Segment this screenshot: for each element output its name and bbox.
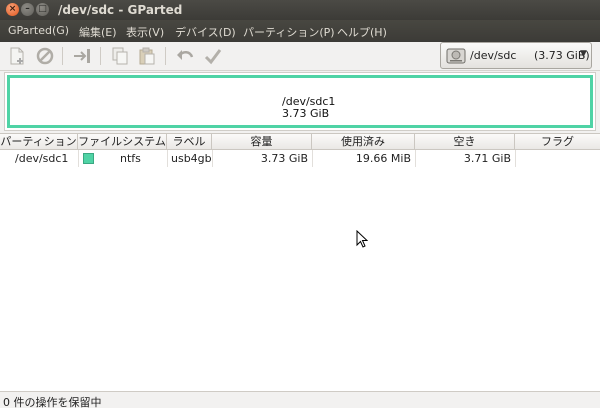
cell-unused: 3.71 GiB	[463, 152, 511, 165]
table-header: パーティション ファイルシステム ラベル 容量 使用済み 空き フラグ	[0, 134, 600, 150]
partition-list: パーティション ファイルシステム ラベル 容量 使用済み 空き フラグ /dev…	[0, 133, 600, 391]
toolbar-separator	[165, 47, 166, 65]
cell-size: 3.73 GiB	[260, 152, 308, 165]
cell-used: 19.66 MiB	[355, 152, 411, 165]
delete-icon[interactable]	[35, 46, 55, 66]
filesystem-color-swatch	[83, 153, 94, 164]
menu-bar: GParted(G) 編集(E) 表示(V) デバイス(D) パーティション(P…	[0, 20, 600, 42]
title-bar: × – □ /dev/sdc - GParted	[0, 0, 600, 20]
menu-gparted[interactable]: GParted(G)	[8, 24, 69, 37]
menu-device[interactable]: デバイス(D)	[175, 24, 236, 40]
undo-icon[interactable]	[175, 46, 195, 66]
partition-block[interactable]: /dev/sdc1 3.73 GiB	[7, 75, 593, 128]
apply-icon[interactable]	[203, 46, 223, 66]
partition-map: /dev/sdc1 3.73 GiB	[4, 72, 596, 131]
menu-help[interactable]: ヘルプ(H)	[337, 24, 387, 40]
column-partition[interactable]: パーティション	[0, 134, 78, 150]
column-unused[interactable]: 空き	[415, 134, 515, 150]
device-name: /dev/sdc	[470, 49, 517, 62]
pending-operations-text: 0 件の操作を保留中	[3, 396, 102, 408]
menu-edit[interactable]: 編集(E)	[79, 24, 117, 40]
chevron-down-icon: ▼	[580, 49, 587, 59]
paste-icon[interactable]	[137, 46, 157, 66]
column-flags[interactable]: フラグ	[515, 134, 600, 150]
partition-block-size: 3.73 GiB	[282, 107, 330, 120]
close-button[interactable]: ×	[6, 3, 19, 16]
maximize-button[interactable]: □	[36, 3, 49, 16]
cell-partition: /dev/sdc1	[15, 152, 69, 165]
row-divider	[78, 150, 79, 167]
toolbar-separator	[100, 47, 101, 65]
resize-move-icon[interactable]	[72, 46, 92, 66]
new-icon[interactable]	[7, 46, 27, 66]
menu-view[interactable]: 表示(V)	[126, 24, 164, 40]
row-divider	[515, 150, 516, 167]
column-filesystem[interactable]: ファイルシステム	[78, 134, 167, 150]
cell-filesystem: ntfs	[120, 152, 141, 165]
table-row[interactable]: /dev/sdc1 ntfs usb4gb 3.73 GiB 19.66 MiB…	[0, 150, 600, 167]
status-bar: 0 件の操作を保留中	[0, 391, 600, 408]
toolbar-separator	[62, 47, 63, 65]
mouse-cursor-icon	[356, 230, 368, 248]
column-size[interactable]: 容量	[212, 134, 312, 150]
window-title: /dev/sdc - GParted	[58, 3, 183, 17]
minimize-button[interactable]: –	[21, 3, 34, 16]
device-selector[interactable]: /dev/sdc (3.73 GiB) ▼	[440, 42, 592, 69]
harddisk-icon	[446, 48, 466, 64]
row-divider	[167, 150, 168, 167]
copy-icon[interactable]	[110, 46, 130, 66]
column-used[interactable]: 使用済み	[312, 134, 415, 150]
menu-partition[interactable]: パーティション(P)	[243, 24, 335, 40]
column-label[interactable]: ラベル	[167, 134, 212, 150]
cell-label: usb4gb	[171, 152, 212, 165]
